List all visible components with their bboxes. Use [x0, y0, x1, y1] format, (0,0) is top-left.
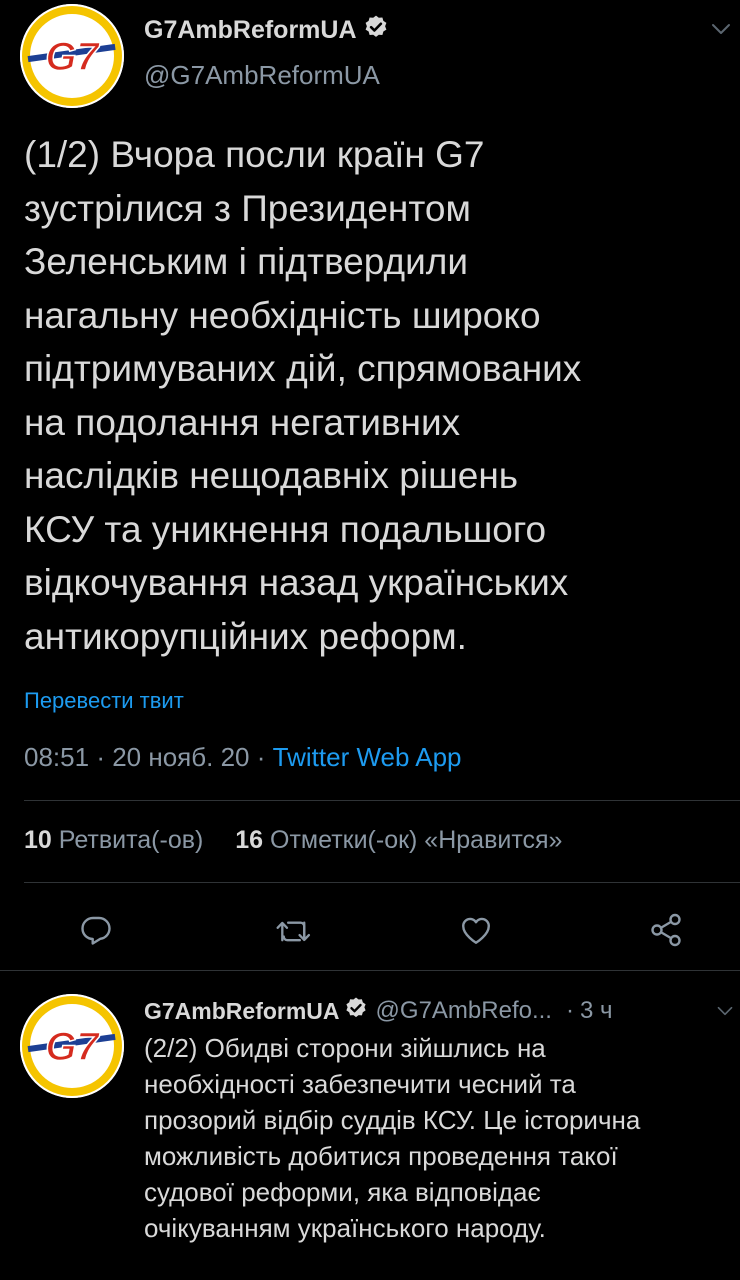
- avatar[interactable]: G7: [20, 994, 124, 1098]
- chevron-down-icon[interactable]: [710, 22, 732, 41]
- svg-text:G7: G7: [45, 35, 100, 79]
- tweet-stats: 10 Ретвита(-ов) 16 Отметки(-ок) «Нравитс…: [24, 826, 562, 855]
- author-name[interactable]: G7AmbReformUA: [144, 16, 357, 45]
- reply-tweet-text: (2/2) Обидві сторони зійшлись на необхід…: [144, 1033, 641, 1243]
- meta-separator: ·: [96, 742, 105, 772]
- retweets-label: Ретвита(-ов): [58, 826, 204, 854]
- author-handle: @G7AmbReformUA: [144, 60, 380, 90]
- share-button[interactable]: [644, 908, 688, 952]
- divider: [24, 882, 740, 883]
- author-handle-row: @G7AmbReformUA: [144, 60, 380, 91]
- divider: [0, 970, 740, 971]
- g7-logo-icon: G7: [20, 4, 124, 108]
- reply-author-handle: @G7AmbRefo...: [375, 997, 552, 1024]
- retweet-button[interactable]: [272, 908, 316, 952]
- author-name-row[interactable]: G7AmbReformUA: [144, 14, 389, 47]
- meta-separator: ·: [565, 997, 574, 1024]
- likes-label: Отметки(-ок) «Нравится»: [270, 826, 563, 854]
- reply-author-name[interactable]: G7AmbReformUA: [144, 998, 340, 1025]
- tweet-time: 08:51: [24, 742, 90, 772]
- svg-text:G7: G7: [45, 1025, 100, 1069]
- share-icon: [651, 913, 681, 947]
- source-app-link[interactable]: Twitter Web App: [273, 742, 462, 772]
- reply-icon: [81, 916, 111, 945]
- avatar[interactable]: G7: [20, 4, 124, 108]
- g7-logo-icon: G7: [20, 994, 124, 1098]
- tweet-date: 20 нояб. 20: [112, 742, 250, 772]
- likes-count: 16: [235, 826, 264, 854]
- tweet-meta: 08:51 · 20 нояб. 20 · Twitter Web App: [24, 742, 462, 773]
- tweet-detail-screen: G7 G7AmbReformUA @G7AmbReformUA (1/2) Вч…: [0, 0, 740, 1280]
- retweets-count: 10: [24, 826, 52, 854]
- heart-icon: [462, 917, 490, 944]
- retweets-stat[interactable]: 10 Ретвита(-ов): [24, 826, 210, 854]
- divider: [24, 800, 740, 801]
- likes-stat[interactable]: 16 Отметки(-ок) «Нравится»: [235, 826, 562, 854]
- verified-badge-icon: [363, 14, 389, 47]
- reply-time: 3 ч: [579, 997, 613, 1024]
- retweet-icon: [276, 921, 311, 942]
- translate-tweet-link[interactable]: Перевести твит: [24, 688, 184, 714]
- like-button[interactable]: [454, 908, 498, 952]
- reply-author-row[interactable]: G7AmbReformUA @G7AmbRefo... · 3 ч: [144, 996, 613, 1026]
- meta-separator: ·: [256, 742, 266, 772]
- verified-badge-icon: [344, 996, 368, 1026]
- tweet-text: (1/2) Вчора посли країн G7 зустрілися з …: [24, 134, 582, 657]
- reply-button[interactable]: [74, 908, 118, 952]
- chevron-down-icon[interactable]: [716, 1004, 734, 1022]
